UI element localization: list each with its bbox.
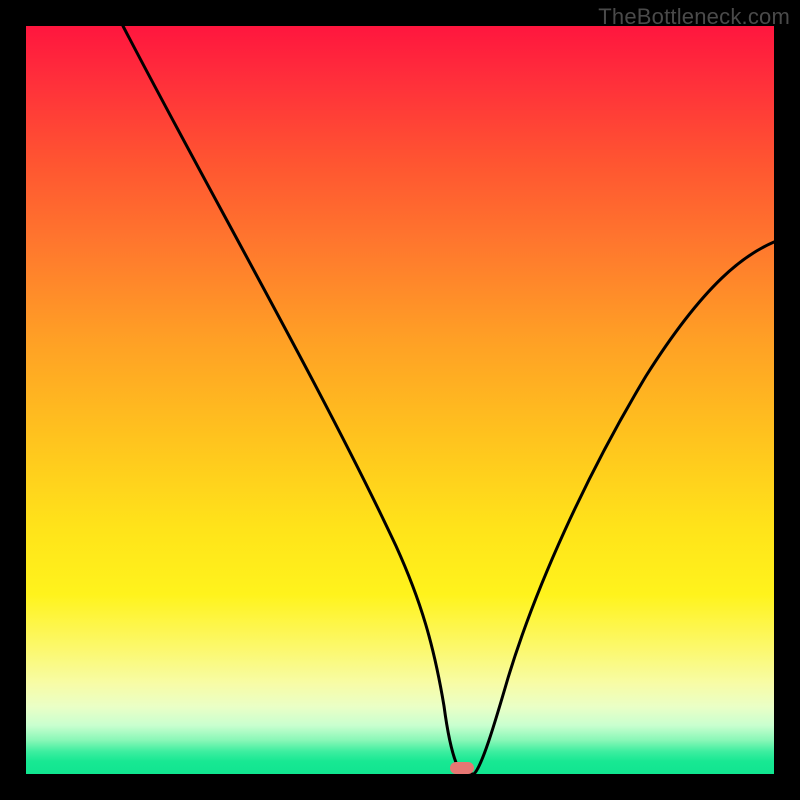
optimal-marker (450, 762, 474, 774)
plot-area (26, 26, 774, 774)
watermark-text: TheBottleneck.com (598, 4, 790, 30)
chart-frame: TheBottleneck.com (0, 0, 800, 800)
curve-path (123, 26, 774, 774)
bottleneck-curve (26, 26, 774, 774)
